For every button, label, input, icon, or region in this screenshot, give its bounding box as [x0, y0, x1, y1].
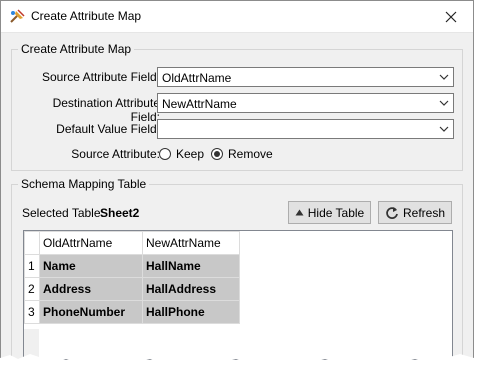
- old-attr-cell[interactable]: PhoneNumber: [39, 300, 143, 324]
- source-attribute-label: Source Attribute:: [71, 147, 160, 161]
- new-attr-cell[interactable]: HallName: [142, 254, 240, 278]
- new-attr-cell[interactable]: HallAddress: [142, 277, 240, 301]
- mapping-grid: OldAttrName NewAttrName 1 Name HallName …: [24, 231, 240, 324]
- keep-radio[interactable]: [159, 148, 171, 160]
- window-title: Create Attribute Map: [31, 9, 142, 23]
- close-icon: [445, 11, 457, 22]
- header-row: OldAttrName NewAttrName: [24, 231, 240, 255]
- chevron-down-icon: [439, 100, 449, 106]
- row-number: 1: [24, 254, 40, 278]
- corner-cell: [24, 231, 40, 255]
- refresh-icon: [386, 206, 398, 219]
- chevron-down-icon: [439, 74, 449, 80]
- refresh-button[interactable]: Refresh: [378, 201, 452, 224]
- dest-field-label: Destination Attribute Field:: [52, 96, 160, 124]
- schema-mapping-group-title: Schema Mapping Table: [18, 177, 150, 191]
- selected-table-value: Sheet2: [100, 206, 140, 220]
- default-field-label: Default Value Field:: [56, 122, 160, 136]
- chevron-down-icon: [439, 126, 449, 132]
- source-field-label: Source Attribute Field:: [41, 70, 160, 84]
- default-field-combo[interactable]: [157, 119, 454, 139]
- table-row[interactable]: 2 Address HallAddress: [24, 277, 240, 301]
- schema-mapping-table[interactable]: OldAttrName NewAttrName 1 Name HallName …: [23, 230, 453, 360]
- keep-radio-label[interactable]: Keep: [176, 147, 204, 161]
- title-bar: Create Attribute Map: [1, 1, 473, 33]
- refresh-label: Refresh: [402, 205, 446, 220]
- old-attr-cell[interactable]: Address: [39, 277, 143, 301]
- app-icon: [10, 9, 25, 23]
- source-field-combo[interactable]: OldAttrName: [157, 67, 454, 87]
- table-row[interactable]: 3 PhoneNumber HallPhone: [24, 300, 240, 324]
- attribute-map-group: Create Attribute Map Source Attribute Fi…: [11, 42, 463, 171]
- create-attribute-map-dialog: Create Attribute Map Create Attribute Ma…: [0, 0, 474, 362]
- dest-field-value: NewAttrName: [162, 97, 237, 111]
- remove-radio[interactable]: [211, 148, 223, 160]
- column-header-old[interactable]: OldAttrName: [39, 231, 143, 255]
- remove-radio-label[interactable]: Remove: [228, 147, 273, 161]
- dest-field-combo[interactable]: NewAttrName: [157, 93, 454, 113]
- attribute-map-group-title: Create Attribute Map: [18, 42, 135, 56]
- row-number: 2: [24, 277, 40, 301]
- close-button[interactable]: [429, 1, 473, 32]
- triangle-up-icon: [295, 209, 304, 216]
- hide-table-button[interactable]: Hide Table: [288, 201, 371, 224]
- selected-table-label: Selected Table:: [22, 206, 104, 220]
- old-attr-cell[interactable]: Name: [39, 254, 143, 278]
- table-row[interactable]: 1 Name HallName: [24, 254, 240, 278]
- new-attr-cell[interactable]: HallPhone: [142, 300, 240, 324]
- hide-table-label: Hide Table: [307, 205, 365, 220]
- column-header-new[interactable]: NewAttrName: [142, 231, 240, 255]
- source-field-value: OldAttrName: [162, 71, 232, 85]
- torn-edge: [0, 354, 480, 366]
- row-number: 3: [24, 300, 40, 324]
